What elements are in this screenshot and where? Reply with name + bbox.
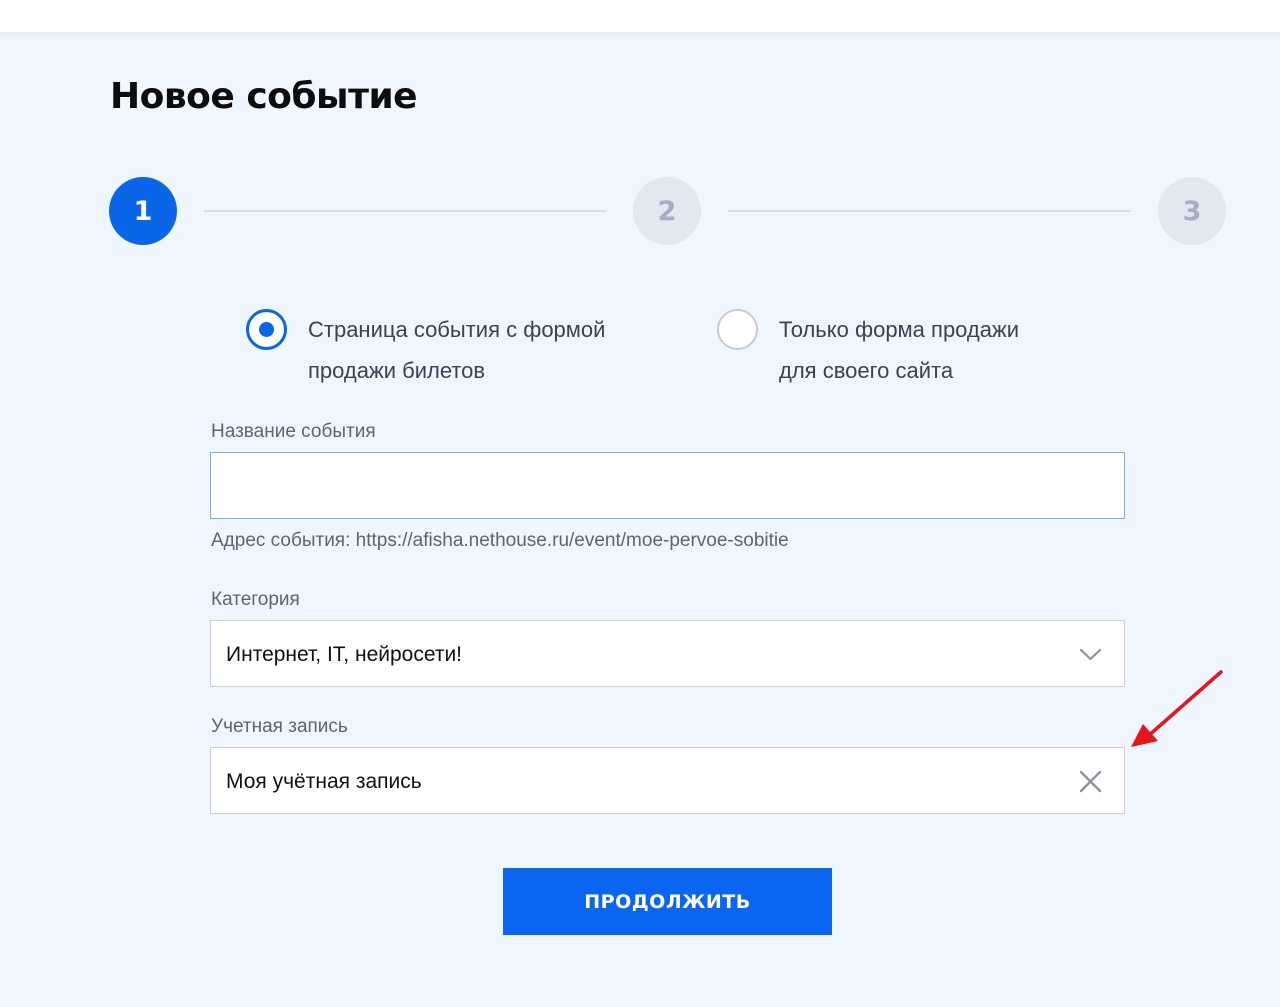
step-connector-1-2 xyxy=(204,210,607,212)
close-icon[interactable] xyxy=(1077,768,1104,795)
step-3: 3 xyxy=(1158,177,1226,245)
category-label: Категория xyxy=(211,589,300,610)
step-2: 2 xyxy=(633,177,701,245)
event-name-field xyxy=(210,452,1125,519)
radio-sales-form-only[interactable] xyxy=(717,309,758,350)
account-selected-value: Моя учётная запись xyxy=(226,770,422,793)
category-select[interactable]: Интернет, IT, нейросети! xyxy=(210,620,1125,687)
radio-event-page-with-form[interactable] xyxy=(246,309,287,350)
red-arrow-annotation xyxy=(1131,670,1223,747)
chevron-down-icon[interactable] xyxy=(1077,641,1104,668)
event-name-label: Название события xyxy=(211,421,376,442)
step-1: 1 xyxy=(109,177,177,245)
event-name-input[interactable] xyxy=(211,453,1124,518)
top-bar xyxy=(0,0,1280,32)
category-selected-value: Интернет, IT, нейросети! xyxy=(226,643,463,666)
page-title: Новое событие xyxy=(110,76,418,117)
continue-button[interactable]: ПРОДОЛЖИТЬ xyxy=(503,868,832,935)
account-label: Учетная запись xyxy=(211,716,348,737)
radio-label-event-page-with-form[interactable]: Страница события с формой продажи билето… xyxy=(308,309,605,391)
event-address-hint: Адрес события: https://afisha.nethouse.r… xyxy=(211,530,789,551)
radio-label-sales-form-only[interactable]: Только форма продажи для своего сайта xyxy=(779,309,1019,391)
step-connector-2-3 xyxy=(728,210,1131,212)
account-select[interactable]: Моя учётная запись xyxy=(210,747,1125,814)
